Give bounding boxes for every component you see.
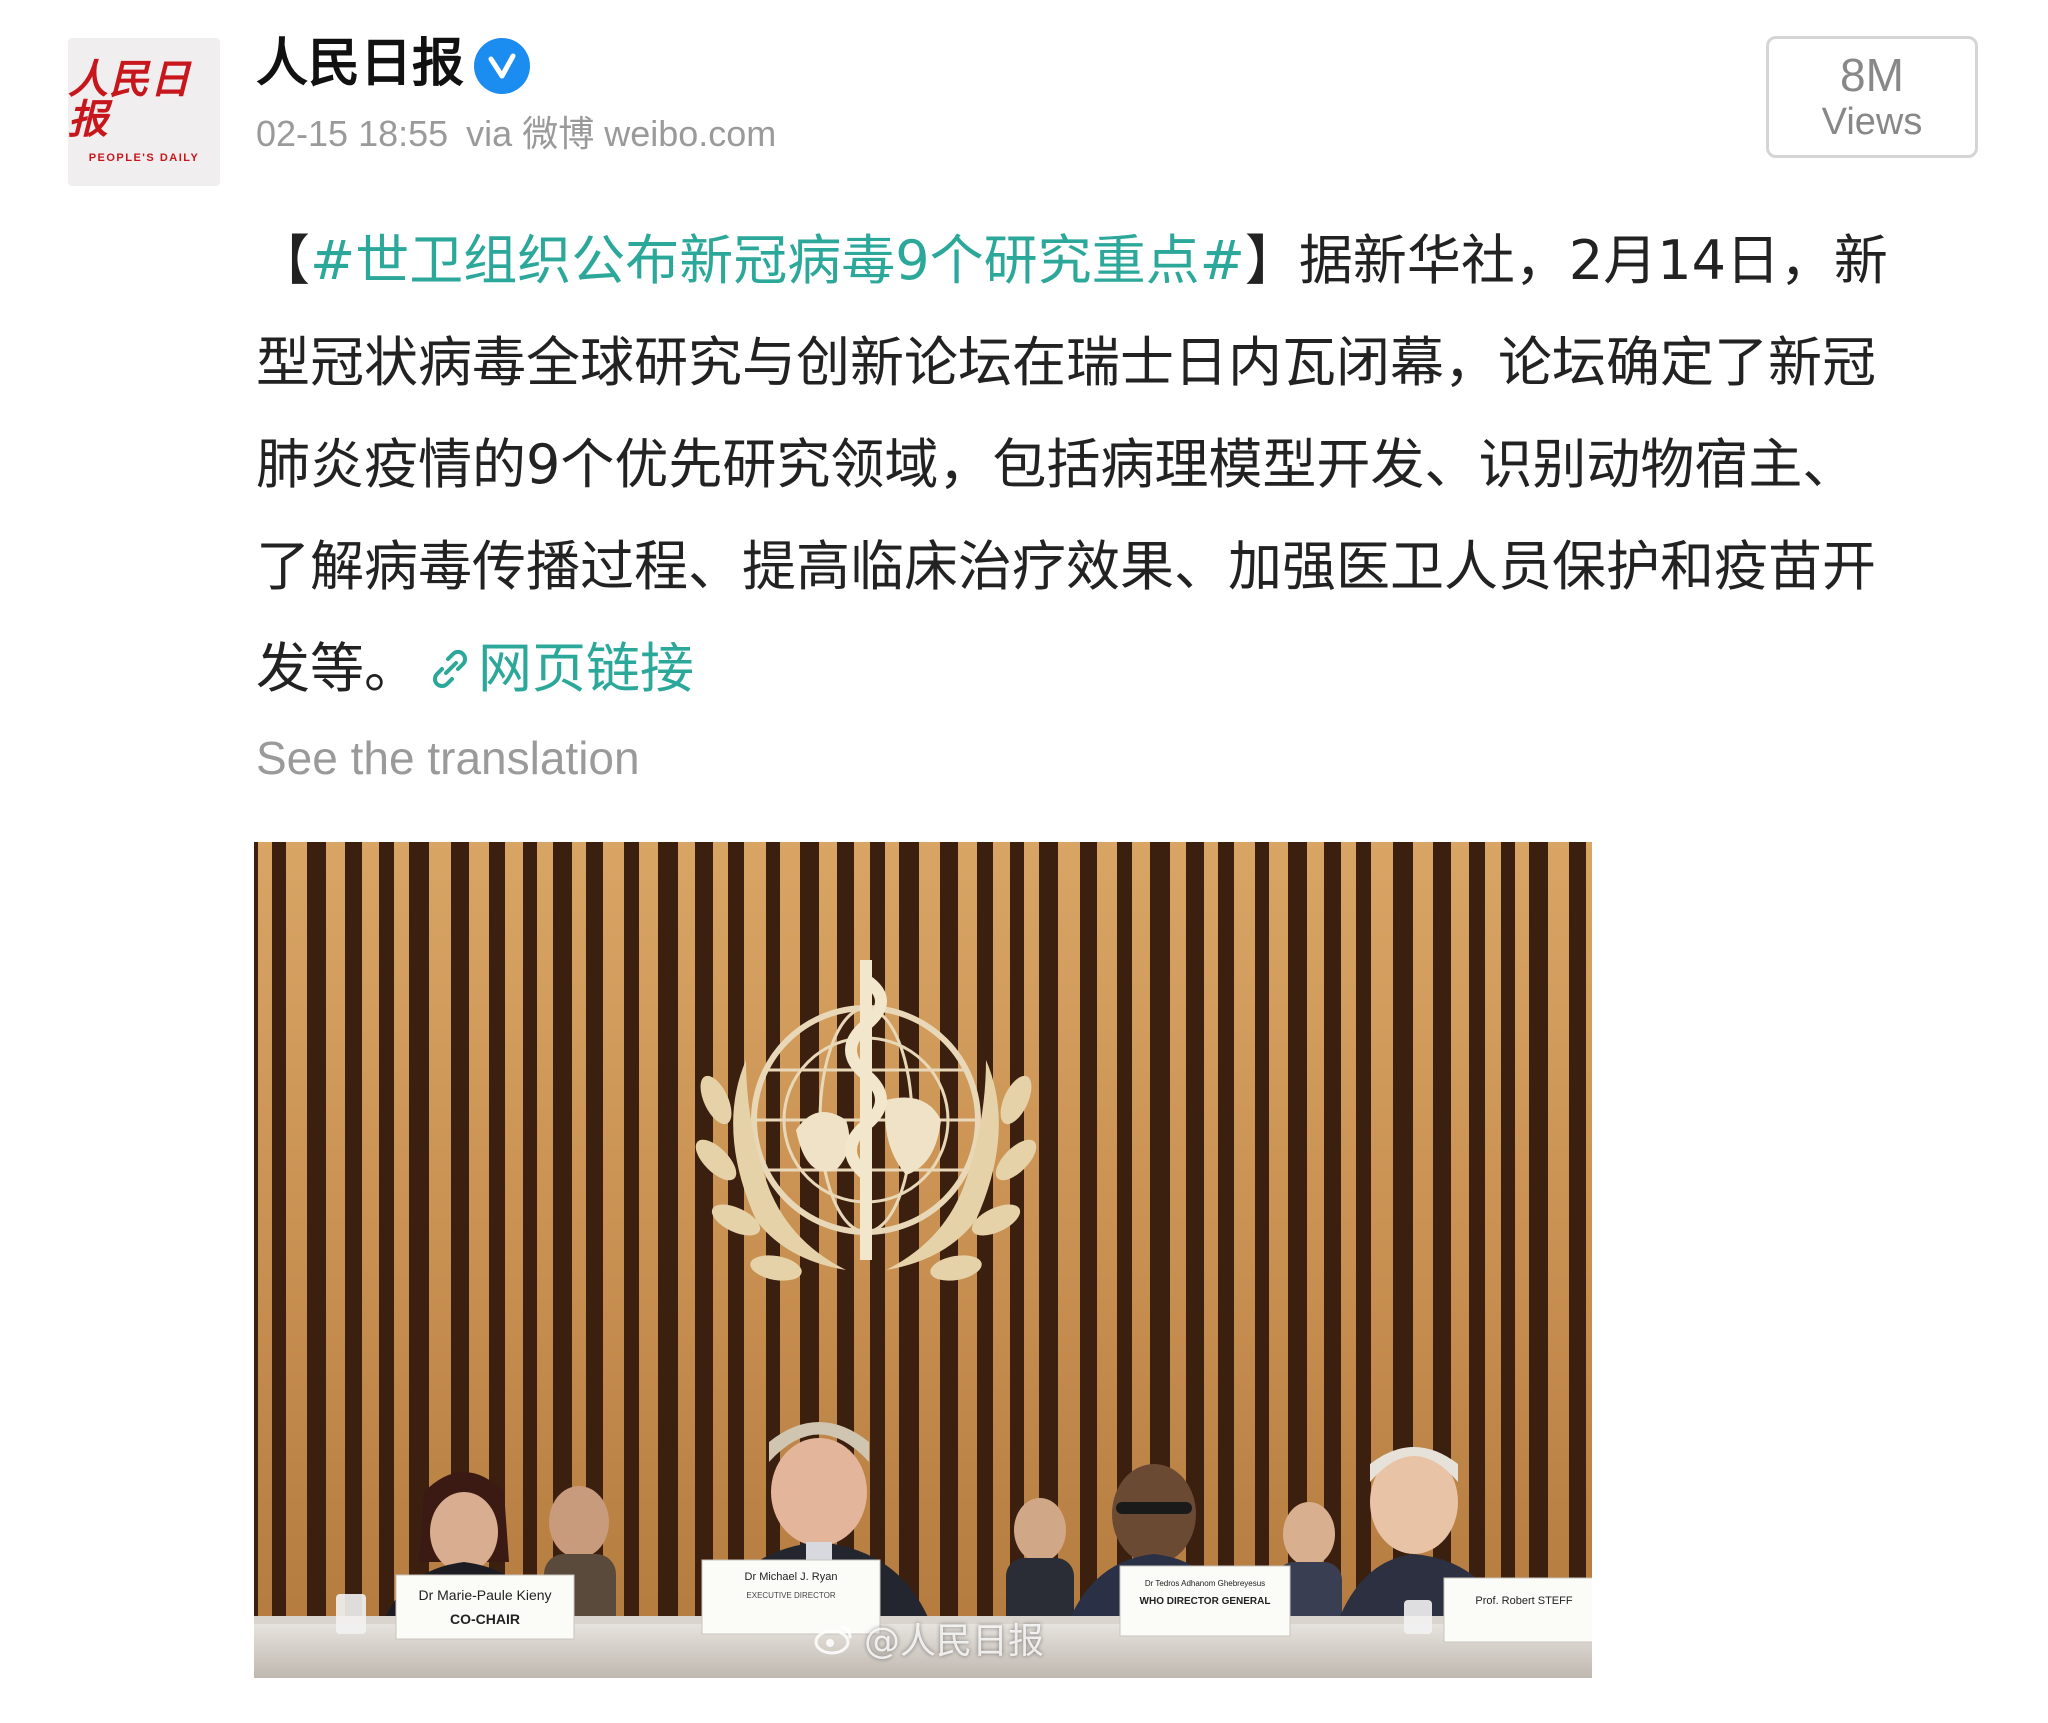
post-meta: 02-15 18:55 via 微博 weibo.com [256, 112, 776, 156]
wall-slat [1515, 842, 1529, 1622]
wall-slat [1341, 842, 1356, 1622]
nameplate-steffen-name: Prof. Robert STEFF [1475, 1595, 1572, 1607]
post-text: 【#世卫组织公布新冠病毒9个研究重点#】据新华社，2月14日，新 型冠状病毒全球… [256, 210, 1968, 720]
wall-slat [1204, 842, 1218, 1622]
nameplate-tedros-role: WHO DIRECTOR GENERAL [1140, 1596, 1271, 1607]
post-photo[interactable]: Dr Marie-Paule Kieny CO-CHAIR Dr Michael… [254, 842, 1592, 1678]
account-name[interactable]: 人民日报 [256, 34, 464, 94]
link-icon [432, 649, 468, 689]
post-source[interactable]: via 微博 weibo.com [466, 113, 776, 154]
views-count: 8M [1840, 49, 1904, 101]
avatar-logo-chinese: 人民日报 [68, 56, 191, 143]
wall-slat [678, 842, 695, 1622]
wall-slat [537, 842, 553, 1622]
post-text-line-5-start: 发等。 [256, 637, 418, 700]
wall-slat [394, 842, 409, 1622]
post-text-line-5: 发等。 网页链接 [256, 618, 1968, 720]
nameplate-steffen: Prof. Robert STEFF [1443, 1577, 1592, 1643]
wall-slat [1269, 842, 1288, 1622]
wall-slat [258, 842, 272, 1622]
see-translation-link[interactable]: See the translation [256, 730, 640, 786]
post-timestamp: 02-15 18:55 [256, 113, 449, 154]
wall-slat [1548, 842, 1569, 1622]
nameplate-tedros: Dr Tedros Adhanom Ghebreyesus WHO DIRECT… [1119, 1565, 1291, 1637]
nameplate-ryan-role: EXECUTIVE DIRECTOR [746, 1591, 835, 1600]
avatar-logo-english: PEOPLE'S DAILY [88, 152, 200, 164]
post-text-line-4: 了解病毒传播过程、提高临床治疗效果、加强医卫人员保护和疫苗开 [256, 535, 1876, 598]
post-text-line-2: 型冠状病毒全球研究与创新论坛在瑞士日内瓦闭幕，论坛确定了新冠 [256, 331, 1876, 394]
wall-slat [505, 842, 523, 1622]
wall-slat [603, 842, 624, 1622]
wall-slat [639, 842, 658, 1622]
weibo-logo-icon [814, 1625, 852, 1655]
nameplate-kieny-role: CO-CHAIR [450, 1611, 520, 1627]
verified-badge-icon [474, 38, 530, 94]
wall-slat [326, 842, 345, 1622]
checkmark-icon [488, 53, 516, 79]
nameplate-ryan-name: Dr Michael J. Ryan [745, 1571, 838, 1583]
bracket-open: 【 [256, 229, 310, 292]
photo-watermark: @人民日报 [814, 1612, 1044, 1664]
post-text-line-1-rest: 】据新华社，2月14日，新 [1244, 229, 1888, 292]
wall-slat [286, 842, 307, 1622]
weibo-post: 人民日报 PEOPLE'S DAILY 人民日报 02-15 18:55 via … [0, 0, 2048, 1723]
post-text-line-1: 【#世卫组织公布新冠病毒9个研究重点#】据新华社，2月14日，新 [256, 210, 1968, 312]
web-link-label: 网页链接 [478, 637, 694, 700]
wall-slat [713, 842, 728, 1622]
wall-slat [1058, 842, 1080, 1622]
nameplate-kieny: Dr Marie-Paule Kieny CO-CHAIR [395, 1574, 575, 1640]
wall-slat [362, 842, 379, 1622]
post-text-line-3: 肺炎疫情的9个优先研究领域，包括病理模型开发、识别动物宿主、 [256, 433, 1857, 496]
hashtag-link[interactable]: #世卫组织公布新冠病毒9个研究重点# [310, 229, 1245, 292]
press-conference-photo: Dr Marie-Paule Kieny CO-CHAIR Dr Michael… [254, 842, 1592, 1678]
views-label: Views [1821, 101, 1923, 143]
watermark-text: @人民日报 [864, 1621, 1045, 1662]
wall-slat [1485, 842, 1501, 1622]
web-link[interactable]: 网页链接 [418, 637, 694, 700]
avatar[interactable]: 人民日报 PEOPLE'S DAILY [68, 38, 220, 186]
wall-slat [1234, 842, 1255, 1622]
views-counter: 8M Views [1766, 36, 1978, 158]
nameplate-tedros-name: Dr Tedros Adhanom Ghebreyesus [1145, 1579, 1265, 1588]
wall-slat [1586, 842, 1592, 1622]
nameplate-kieny-name: Dr Marie-Paule Kieny [418, 1587, 551, 1603]
